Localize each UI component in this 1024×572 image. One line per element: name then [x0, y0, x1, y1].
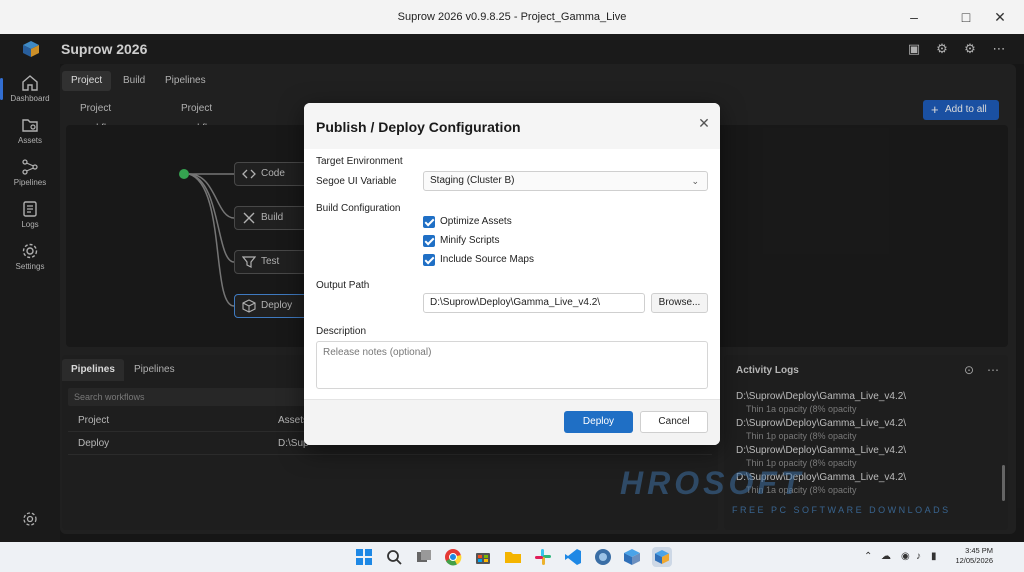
checkbox-checked-icon	[423, 235, 435, 247]
box-app-icon[interactable]	[622, 547, 642, 567]
deploy-config-dialog: Publish / Deploy Configuration ✕ Target …	[304, 103, 720, 445]
dialog-header: Publish / Deploy Configuration ✕	[304, 103, 720, 149]
file-explorer-icon[interactable]	[503, 547, 523, 567]
window-title: Suprow 2026 v0.9.8.25 - Project_Gamma_Li…	[397, 11, 627, 23]
store-icon[interactable]	[473, 547, 493, 567]
close-icon[interactable]: ✕	[696, 115, 712, 131]
search-icon[interactable]	[384, 547, 404, 567]
close-window-button[interactable]: ✕	[984, 6, 1016, 28]
minimize-button[interactable]: –	[898, 6, 930, 28]
checkbox-checked-icon	[423, 254, 435, 266]
environment-select[interactable]: Staging (Cluster B) ⌄	[423, 171, 708, 191]
slack-icon[interactable]	[533, 547, 553, 567]
chevron-down-icon: ⌄	[691, 176, 699, 186]
browse-button[interactable]: Browse...	[651, 293, 708, 313]
taskbar: ⌃ ☁ ◉ ♪ ▮ 3:45 PM 12/05/2026	[0, 542, 1024, 572]
checkbox-label: Include Source Maps	[440, 254, 534, 265]
chrome-icon[interactable]	[443, 547, 463, 567]
checkbox-label: Minify Scripts	[440, 235, 500, 246]
cloud-icon[interactable]: ☁	[881, 551, 891, 562]
deploy-button[interactable]: Deploy	[564, 411, 633, 433]
cancel-button[interactable]: Cancel	[640, 411, 708, 433]
volume-icon[interactable]: ♪	[916, 551, 921, 562]
vscode-icon[interactable]	[563, 547, 583, 567]
output-path-label: Output Path	[316, 280, 370, 291]
description-textarea[interactable]: Release notes (optional)	[316, 341, 708, 389]
clock-time: 3:45 PM	[965, 546, 993, 555]
maximize-button[interactable]: □	[950, 6, 982, 28]
suprow-app-icon[interactable]	[652, 547, 672, 567]
checkbox-label: Optimize Assets	[440, 216, 512, 227]
checkbox-checked-icon	[423, 216, 435, 228]
description-label: Description	[316, 326, 367, 337]
wifi-icon[interactable]: ◉	[901, 551, 910, 562]
dialog-footer: Deploy Cancel	[304, 399, 720, 445]
battery-icon[interactable]: ▮	[931, 551, 937, 562]
browser-icon[interactable]	[593, 547, 613, 567]
chevron-up-icon[interactable]: ⌃	[864, 551, 872, 562]
dialog-title: Publish / Deploy Configuration	[316, 119, 521, 135]
build-config-label: Build Configuration	[316, 203, 401, 214]
environment-select-value: Staging (Cluster B)	[430, 175, 515, 186]
windows-start-icon[interactable]	[354, 547, 374, 567]
task-view-icon[interactable]	[414, 547, 434, 567]
clock[interactable]: 3:45 PM 12/05/2026	[953, 546, 993, 566]
clock-date: 12/05/2026	[955, 556, 993, 565]
output-path-input[interactable]: D:\Suprow\Deploy\Gamma_Live_v4.2\	[423, 293, 645, 313]
target-env-label: Target Environment	[316, 156, 403, 167]
window-titlebar: Suprow 2026 v0.9.8.25 - Project_Gamma_Li…	[0, 0, 1024, 34]
font-label: Segoe UI Variable	[316, 176, 397, 187]
